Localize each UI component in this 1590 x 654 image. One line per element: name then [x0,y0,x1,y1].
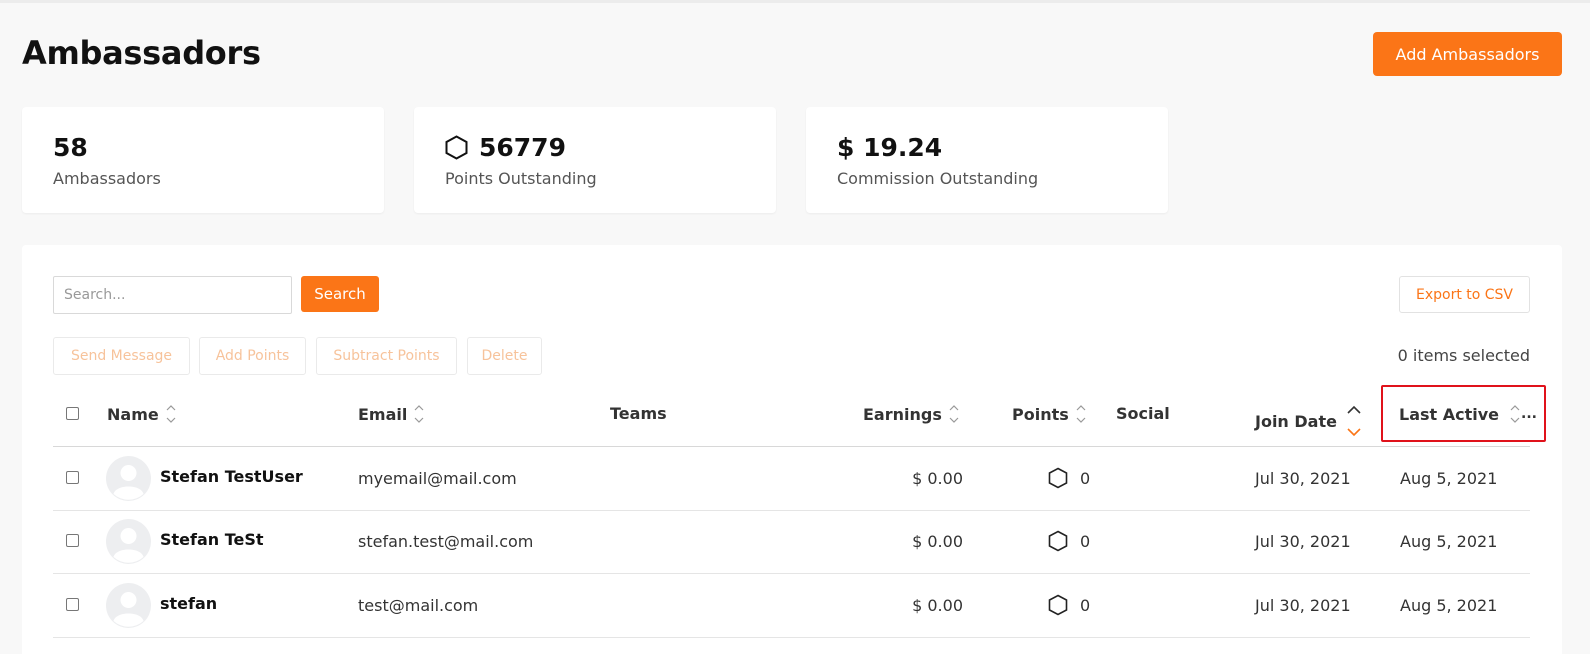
ambassador-join-date: Jul 30, 2021 [1255,469,1351,488]
search-button[interactable]: Search [301,276,379,312]
stat-label: Commission Outstanding [837,169,1039,188]
commission-outstanding-value: $ 19.24 [837,133,943,162]
hexagon-icon [1048,594,1068,616]
ambassador-earnings: $ 0.00 [912,469,963,488]
sort-icon[interactable] [414,404,424,424]
avatar-icon [106,583,151,628]
row-divider [53,573,1530,574]
row-checkbox[interactable] [66,471,79,484]
ambassador-join-date: Jul 30, 2021 [1255,596,1351,615]
ambassador-name[interactable]: stefan [160,594,217,613]
add-ambassadors-button[interactable]: Add Ambassadors [1373,32,1562,76]
column-header-email[interactable]: Email [358,404,424,424]
ambassador-name[interactable]: Stefan TestUser [160,467,303,486]
stat-label: Points Outstanding [445,169,597,188]
hexagon-icon [1048,530,1068,552]
sort-icon[interactable] [1510,404,1520,424]
stat-label: Ambassadors [53,169,161,188]
stat-value: $ 19.24 [837,133,942,162]
send-message-button[interactable]: Send Message [53,337,190,375]
stat-card-points: 56779 Points Outstanding [414,107,776,213]
sort-icon[interactable] [166,404,176,424]
hexagon-icon [445,135,468,160]
overflow-ellipsis: ... [1521,406,1537,422]
ambassadors-count: 58 [53,133,88,162]
top-border [0,0,1590,3]
row-divider [53,637,1530,638]
stat-value: 58 [53,133,88,162]
sort-desc-active-icon[interactable] [1346,404,1362,438]
search-input[interactable] [53,276,292,314]
ambassador-email: test@mail.com [358,596,479,615]
row-checkbox[interactable] [66,598,79,611]
subtract-points-button[interactable]: Subtract Points [316,337,457,375]
ambassador-last-active: Aug 5, 2021 [1400,532,1498,551]
hexagon-icon [1048,467,1068,489]
ambassador-last-active: Aug 5, 2021 [1400,469,1498,488]
ambassador-last-active: Aug 5, 2021 [1400,596,1498,615]
page-title: Ambassadors [22,34,261,72]
ambassador-email: stefan.test@mail.com [358,532,534,551]
row-divider [53,510,1530,511]
column-header-teams: Teams [610,404,667,423]
stat-card-ambassadors: 58 Ambassadors [22,107,384,213]
column-header-earnings[interactable]: Earnings [863,404,959,424]
stat-value: 56779 [445,133,566,162]
ambassador-earnings: $ 0.00 [912,532,963,551]
column-header-points[interactable]: Points [1012,404,1086,424]
row-checkbox[interactable] [66,534,79,547]
select-all-checkbox[interactable] [66,407,79,420]
sort-icon[interactable] [949,404,959,424]
column-header-last-active[interactable]: Last Active ... [1399,404,1537,424]
sort-icon[interactable] [1076,404,1086,424]
ambassador-join-date: Jul 30, 2021 [1255,532,1351,551]
selected-count: 0 items selected [1397,346,1530,365]
add-points-button[interactable]: Add Points [199,337,306,375]
column-header-name[interactable]: Name [107,404,176,424]
ambassador-earnings: $ 0.00 [912,596,963,615]
points-outstanding-value: 56779 [479,133,566,162]
ambassador-email: myemail@mail.com [358,469,517,488]
stat-card-commission: $ 19.24 Commission Outstanding [806,107,1168,213]
ambassador-points: 0 [1048,594,1090,616]
column-header-social: Social [1116,404,1170,423]
ambassador-points: 0 [1048,467,1090,489]
header-divider [53,446,1530,447]
column-header-join-date[interactable]: Join Date [1255,404,1362,438]
avatar-icon [106,519,151,564]
delete-button[interactable]: Delete [467,337,542,375]
avatar-icon [106,456,151,501]
export-csv-button[interactable]: Export to CSV [1399,276,1530,313]
ambassador-points: 0 [1048,530,1090,552]
ambassador-name[interactable]: Stefan TeSt [160,530,264,549]
